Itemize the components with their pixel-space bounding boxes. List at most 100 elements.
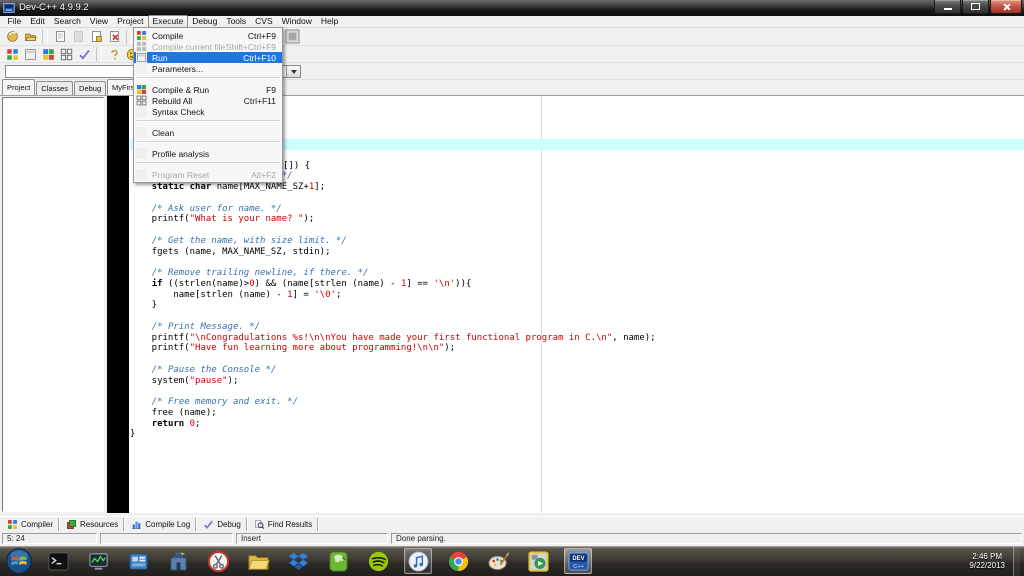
report-tab-resources[interactable]: Resources [61, 518, 124, 531]
maximize-button[interactable] [962, 0, 989, 14]
toolbar-button-close[interactable] [88, 29, 104, 45]
taskbar-app-icon: DEVC++ [567, 550, 590, 573]
panel-tab-project[interactable]: Project [2, 79, 35, 95]
tray-icon-signal[interactable] [929, 554, 943, 568]
toolbar-icon [24, 48, 37, 61]
code-line-13 [129, 225, 1024, 236]
report-tab-icon [203, 519, 214, 530]
cursor-position: 5: 24 [2, 533, 97, 544]
report-tab-debug[interactable]: Debug [198, 518, 247, 531]
chevron-down-icon[interactable] [286, 66, 300, 77]
taskbar-app-chrome[interactable] [444, 548, 472, 574]
toolbar-button-help[interactable] [106, 46, 122, 62]
taskbar-app-recorder[interactable] [524, 548, 552, 574]
tray-icon-action-flag[interactable] [875, 554, 889, 568]
toolbar-button-rebuild[interactable] [58, 46, 74, 62]
close-button[interactable] [990, 0, 1022, 14]
menubar-item-label: Execute [153, 16, 184, 26]
menu-item-profile-analysis[interactable]: Profile analysis [134, 148, 282, 159]
menubar-item-view[interactable]: View [85, 15, 112, 28]
taskbar-app-itunes[interactable] [404, 548, 432, 574]
minimize-button[interactable] [934, 0, 961, 14]
start-button[interactable] [5, 547, 33, 575]
toolbar-button-partial[interactable] [285, 29, 300, 44]
taskbar-app-control-panel[interactable] [124, 548, 152, 574]
menubar-item-edit[interactable]: Edit [26, 15, 50, 28]
taskbar-app-explorer[interactable] [244, 548, 272, 574]
taskbar-app-dropbox[interactable] [284, 548, 312, 574]
menu-item-compile-run[interactable]: Compile & Run F9 [134, 84, 282, 95]
code-line-10 [129, 193, 1024, 204]
report-tab-label: Resources [80, 520, 118, 529]
report-tab-label: Compile Log [145, 520, 190, 529]
taskbar-app-paint[interactable] [484, 548, 512, 574]
code-token: ); [444, 343, 455, 353]
toolbar-button-new-project[interactable] [4, 29, 20, 45]
menubar-item-search[interactable]: Search [49, 15, 85, 28]
menu-item-compile-current-file[interactable]: Compile current file Shift+Ctrl+F9 [134, 41, 282, 52]
execute-menu: Compile Ctrl+F9 Compile current file Shi… [133, 27, 283, 183]
menu-item-icon [136, 95, 147, 106]
menubar-item-window[interactable]: Window [277, 15, 316, 28]
toolbar-button-sep[interactable] [96, 47, 102, 61]
menu-item-sep[interactable] [134, 141, 282, 148]
menu-item-syntax-check[interactable]: Syntax Check [134, 106, 282, 117]
taskbar-app-devcpp[interactable]: DEVC++ [564, 548, 592, 574]
code-token: } [130, 300, 157, 310]
toolbar-button-compile[interactable] [4, 46, 20, 62]
status-empty [100, 533, 233, 544]
editor-gutter [107, 96, 129, 513]
menu-item-compile[interactable]: Compile Ctrl+F9 [134, 30, 282, 41]
tray-icon-clipboard[interactable] [911, 554, 925, 568]
menu-item-label: Compile current file [152, 42, 226, 52]
taskbar-app-snipping[interactable] [204, 548, 232, 574]
tray-icon-tray-arrow[interactable] [861, 556, 871, 566]
menubar-item-help[interactable]: Help [316, 15, 342, 28]
menubar-item-label: CVS [255, 16, 272, 26]
taskbar: DEVC++ 2:46 PM [0, 546, 1024, 576]
toolbar-button-save-all[interactable] [70, 29, 86, 45]
toolbar-button-open[interactable] [22, 29, 38, 45]
code-token [130, 322, 152, 332]
code-line-15: fgets (name, MAX_NAME_SZ, stdin); [129, 247, 1024, 258]
show-desktop-button[interactable] [1013, 546, 1020, 576]
toolbar-button-sep[interactable] [42, 30, 48, 44]
menu-item-clean[interactable]: Clean [134, 127, 282, 138]
tray-icon-network-globe[interactable] [893, 554, 907, 568]
report-tab-find-results[interactable]: Find Results [249, 518, 318, 531]
menu-item-run[interactable]: Run Ctrl+F10 [134, 52, 282, 63]
menu-item-rebuild-all[interactable]: Rebuild All Ctrl+F11 [134, 95, 282, 106]
menu-item-parameters-[interactable]: Parameters... [134, 63, 282, 74]
code-line-11: /* Ask user for name. */ [129, 204, 1024, 215]
toolbar-button-debug-check[interactable] [76, 46, 92, 62]
toolbar-button-sep[interactable] [126, 30, 132, 44]
toolbar-icon [78, 48, 91, 61]
toolbar-button-close-all[interactable] [106, 29, 122, 45]
taskbar-app-icon [407, 550, 430, 573]
toolbar-button-compile-run[interactable] [40, 46, 56, 62]
panel-tab-debug[interactable]: Debug [74, 81, 106, 95]
menu-item-label: Compile [152, 31, 248, 41]
toolbar-icon [6, 48, 19, 61]
taskbar-app-evernote[interactable] [324, 548, 352, 574]
toolbar-button-run[interactable] [22, 46, 38, 62]
taskbar-app-castle[interactable] [164, 548, 192, 574]
menu-item-program-reset[interactable]: Program Reset Alt+F2 [134, 169, 282, 180]
svg-text:C++: C++ [573, 564, 585, 570]
taskbar-clock[interactable]: 2:46 PM 9/22/2013 [969, 552, 1005, 570]
panel-tab-classes[interactable]: Classes [36, 81, 73, 95]
taskbar-app-cmd[interactable] [44, 548, 72, 574]
project-panel[interactable] [2, 97, 104, 512]
menu-item-sep[interactable] [134, 120, 282, 127]
taskbar-app-spotify[interactable] [364, 548, 392, 574]
menubar-item-file[interactable]: File [3, 15, 26, 28]
report-tab-compiler[interactable]: Compiler [2, 518, 59, 531]
tray-icon-speaker[interactable] [947, 554, 961, 568]
code-token: /* Get the name, with size limit. */ [152, 236, 347, 246]
menu-item-sep[interactable] [134, 77, 282, 84]
taskbar-app-taskmgr[interactable] [84, 548, 112, 574]
taskbar-app-icon [127, 550, 150, 573]
toolbar-button-save[interactable] [52, 29, 68, 45]
menu-item-sep[interactable] [134, 162, 282, 169]
report-tab-compile-log[interactable]: Compile Log [126, 518, 196, 531]
